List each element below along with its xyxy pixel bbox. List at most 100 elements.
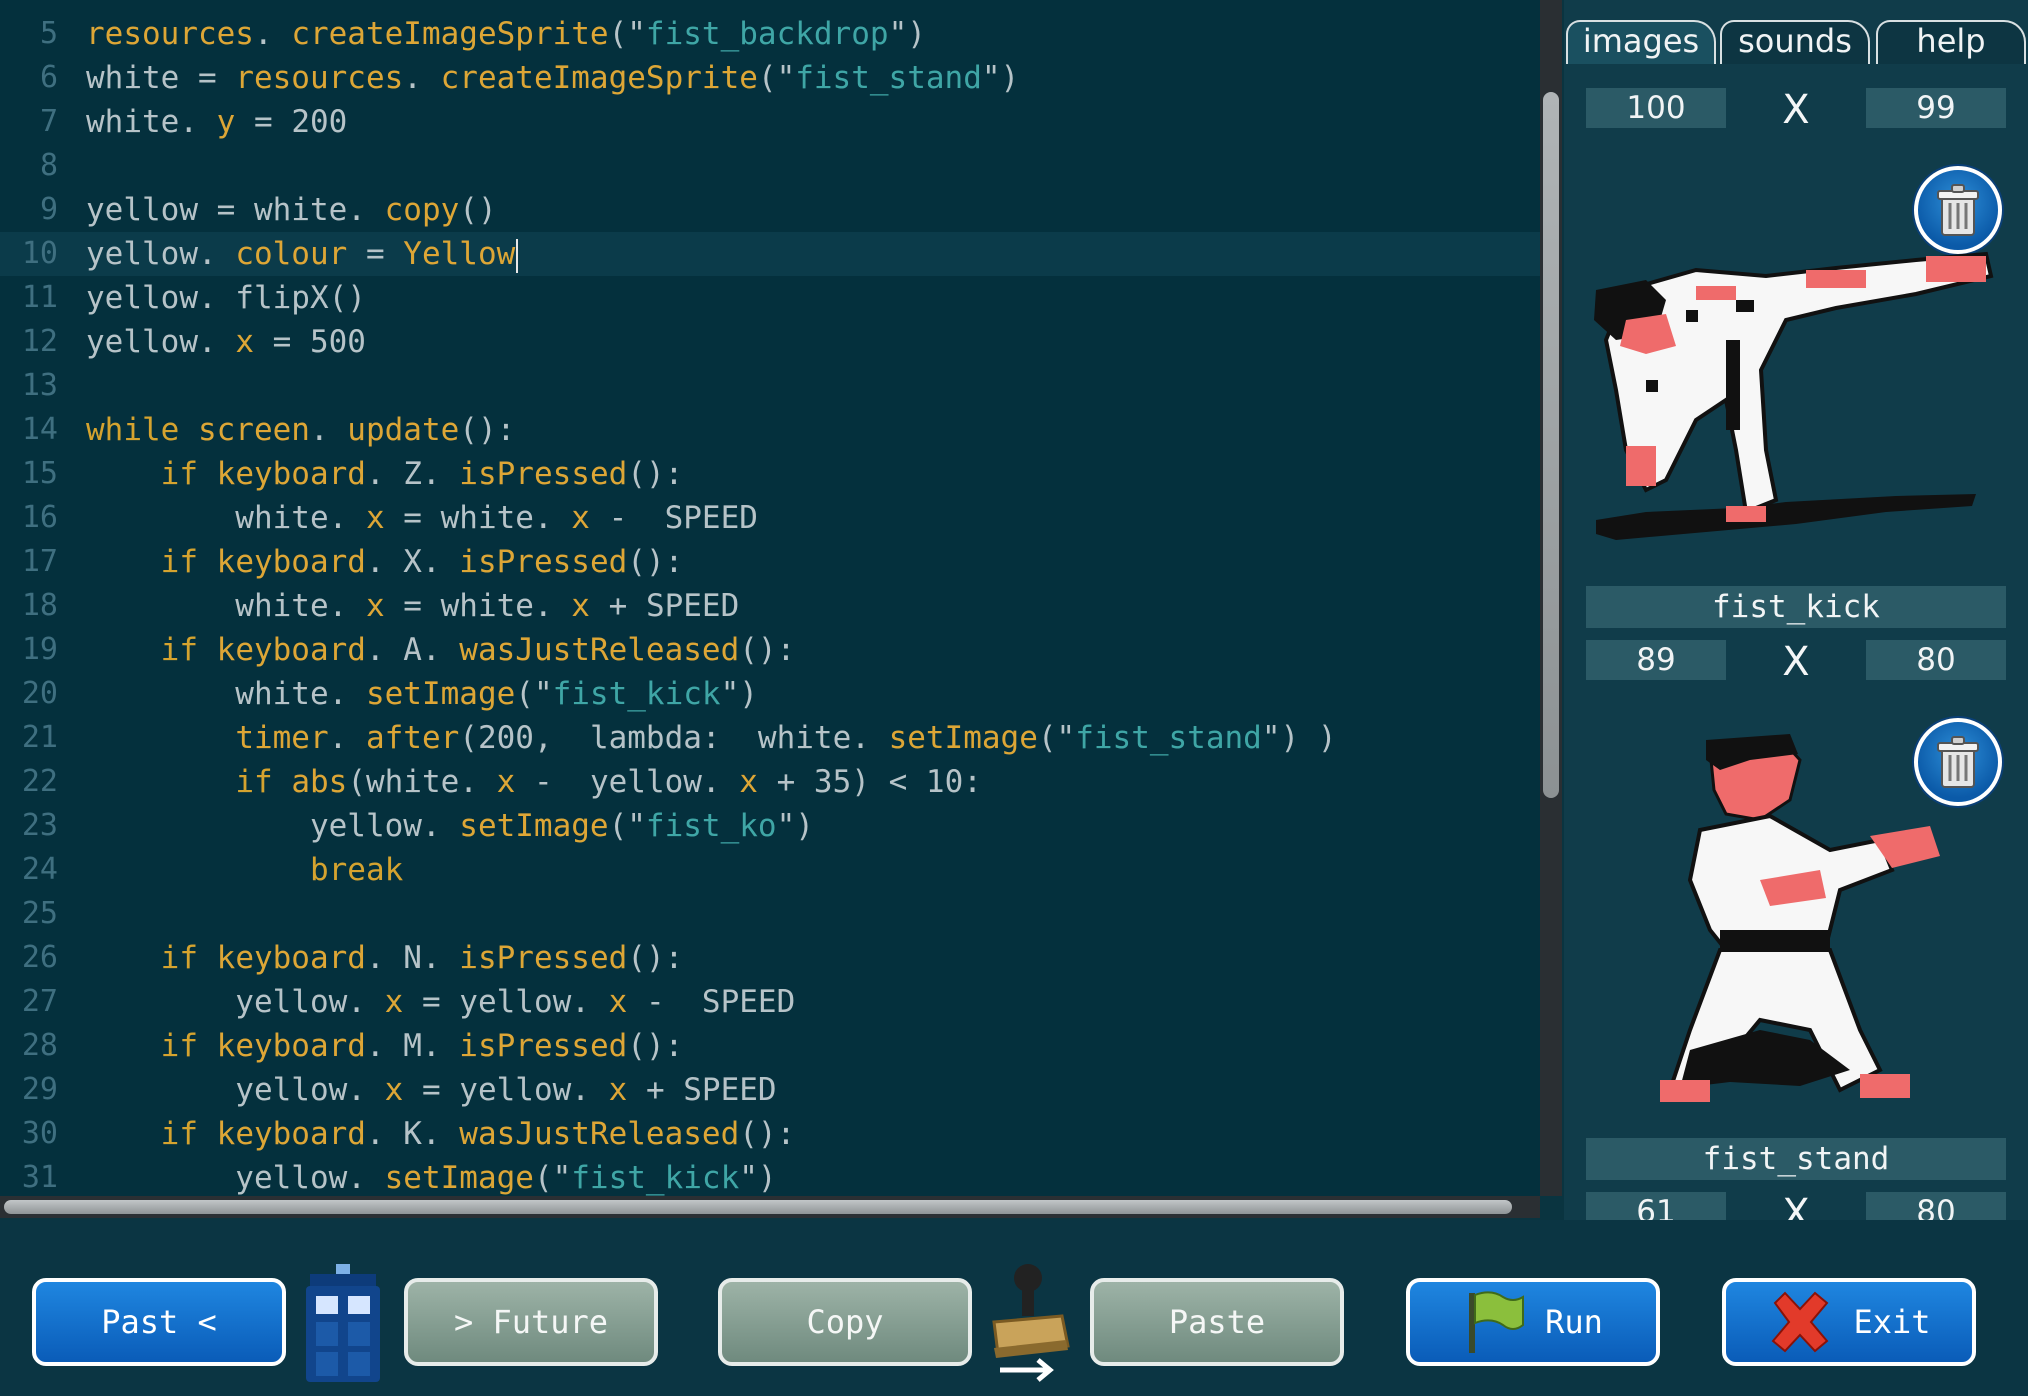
code-line[interactable]: 10 yellow. colour = Yellow (0, 232, 1540, 276)
code-text[interactable]: white. x = white. x + SPEED (86, 584, 739, 628)
code-line[interactable]: 12 yellow. x = 500 (0, 320, 1540, 364)
fist-kick-sprite (1594, 251, 1994, 540)
code-token: . (309, 412, 348, 448)
code-line[interactable]: 19 if keyboard. A. wasJustReleased(): (0, 628, 1540, 672)
code-text[interactable]: if keyboard. M. isPressed(): (86, 1024, 684, 1068)
image-width-field[interactable]: 89 (1586, 640, 1726, 680)
code-line[interactable]: 15 if keyboard. Z. isPressed(): (0, 452, 1540, 496)
image-name-field[interactable]: fist_kick (1586, 586, 2006, 628)
code-token: ") (888, 16, 926, 52)
code-token: (" (515, 676, 553, 712)
code-token: (" (757, 60, 796, 96)
code-line[interactable]: 5 resources. createImageSprite("fist_back… (0, 12, 1540, 56)
trash-icon (1937, 184, 1979, 236)
code-line[interactable]: 8 (0, 144, 1540, 188)
code-text[interactable]: if keyboard. Z. isPressed(): (86, 452, 684, 496)
code-line[interactable]: 25 (0, 892, 1540, 936)
line-number: 27 (21, 984, 58, 1019)
code-text[interactable]: white. setImage("fist_kick") (86, 672, 758, 716)
code-line[interactable]: 26 if keyboard. N. isPressed(): (0, 936, 1540, 980)
delete-image-button[interactable] (1914, 166, 2002, 254)
copy-button[interactable]: Copy (718, 1278, 972, 1366)
code-token: isPressed (459, 544, 628, 580)
horizontal-scrollbar-thumb[interactable] (4, 1200, 1512, 1214)
code-lines[interactable]: 45resources. createImageSprite("fist_bac… (0, 0, 1540, 1196)
code-line[interactable]: 28 if keyboard. M. isPressed(): (0, 1024, 1540, 1068)
code-text[interactable]: if keyboard. A. wasJustReleased(): (86, 628, 796, 672)
paste-button-label: Paste (1168, 1303, 1266, 1341)
code-text[interactable]: if keyboard. K. wasJustReleased(): (86, 1112, 796, 1156)
code-line[interactable]: 27 yellow. x = yellow. x - SPEED (0, 980, 1540, 1024)
code-line[interactable]: 17 if keyboard. X. isPressed(): (0, 540, 1540, 584)
image-width-field[interactable]: 100 (1586, 88, 1726, 128)
code-line[interactable]: 29 yellow. x = yellow. x + SPEED (0, 1068, 1540, 1112)
code-text[interactable]: yellow. flipX() (86, 276, 366, 320)
code-token: . M. (365, 1028, 460, 1064)
vertical-scrollbar-thumb[interactable] (1543, 92, 1559, 798)
past-button[interactable]: Past < (32, 1278, 286, 1366)
code-editor[interactable]: 45resources. createImageSprite("fist_bac… (0, 0, 1540, 1196)
code-line[interactable]: 6 white = resources. createImageSprite("f… (0, 56, 1540, 100)
code-text[interactable]: yellow. x = yellow. x + SPEED (86, 1068, 776, 1112)
code-text[interactable]: resources. createImageSprite("fist_backd… (86, 12, 926, 56)
tab-images[interactable]: images (1566, 20, 1716, 64)
code-token: ") (776, 808, 814, 844)
code-line[interactable]: 7 white. y = 200 (0, 100, 1540, 144)
code-text[interactable]: white. y = 200 (86, 100, 347, 144)
code-line[interactable]: 31 yellow. setImage("fist_kick") (0, 1156, 1540, 1196)
red-x-icon (1772, 1291, 1829, 1353)
code-line[interactable]: 20 white. setImage("fist_kick") (0, 672, 1540, 716)
code-line[interactable]: 30 if keyboard. K. wasJustReleased(): (0, 1112, 1540, 1156)
code-token: (" (1037, 720, 1076, 756)
code-token: setImage (888, 720, 1038, 756)
code-line[interactable]: 18 white. x = white. x + SPEED (0, 584, 1540, 628)
code-token: = yellow. (403, 1072, 609, 1108)
code-token: = white. (384, 588, 572, 624)
code-text[interactable]: yellow. setImage("fist_ko") (86, 804, 814, 848)
code-text[interactable]: white. x = white. x - SPEED (86, 496, 758, 540)
future-button[interactable]: > Future (404, 1278, 658, 1366)
image-height-field[interactable]: 99 (1866, 88, 2006, 128)
image-name-field[interactable]: fist_stand (1586, 1138, 2006, 1180)
code-text[interactable]: yellow. x = yellow. x - SPEED (86, 980, 795, 1024)
code-line[interactable]: 21 timer. after(200, lambda: white. setI… (0, 716, 1540, 760)
exit-button[interactable]: Exit (1722, 1278, 1976, 1366)
code-line[interactable]: 13 (0, 364, 1540, 408)
code-text[interactable]: timer. after(200, lambda: white. setImag… (86, 716, 1336, 760)
code-text[interactable]: while screen. update(): (86, 408, 515, 452)
code-text[interactable]: yellow. setImage("fist_kick") (86, 1156, 776, 1196)
code-line[interactable]: 14 while screen. update(): (0, 408, 1540, 452)
tab-help[interactable]: help (1876, 20, 2026, 64)
code-text[interactable]: if keyboard. N. isPressed(): (86, 936, 684, 980)
code-line[interactable]: 24 break (0, 848, 1540, 892)
line-number: 18 (21, 588, 58, 623)
code-text[interactable]: break (86, 848, 403, 892)
code-line[interactable]: 9 yellow = white. copy() (0, 188, 1540, 232)
code-line[interactable]: 4 (0, 0, 1540, 12)
code-text[interactable]: white = resources. createImageSprite("fi… (86, 56, 1019, 100)
line-number: 17 (21, 544, 58, 579)
code-text[interactable]: yellow. x = 500 (86, 320, 366, 364)
line-number: 15 (21, 456, 58, 491)
tab-sounds[interactable]: sounds (1720, 20, 1870, 64)
image-height-field[interactable]: 80 (1866, 640, 2006, 680)
paste-button[interactable]: Paste (1090, 1278, 1344, 1366)
code-line[interactable]: 22 if abs(white. x - yellow. x + 35) < 1… (0, 760, 1540, 804)
code-line[interactable]: 11 yellow. flipX() (0, 276, 1540, 320)
code-line[interactable]: 16 white. x = white. x - SPEED (0, 496, 1540, 540)
code-text[interactable]: if abs(white. x - yellow. x + 35) < 10: (86, 760, 982, 804)
code-token: (200, lambda: white. (459, 720, 889, 756)
code-token: createImageSprite (291, 16, 609, 52)
run-button[interactable]: Run (1406, 1278, 1660, 1366)
code-token: (): (627, 544, 684, 580)
code-token: x (571, 500, 590, 536)
code-text[interactable]: yellow = white. copy() (86, 188, 497, 232)
code-line[interactable]: 23 yellow. setImage("fist_ko") (0, 804, 1540, 848)
code-text[interactable]: yellow. colour = Yellow (86, 232, 519, 276)
code-token: colour (235, 236, 348, 272)
code-text[interactable]: if keyboard. X. isPressed(): (86, 540, 684, 584)
